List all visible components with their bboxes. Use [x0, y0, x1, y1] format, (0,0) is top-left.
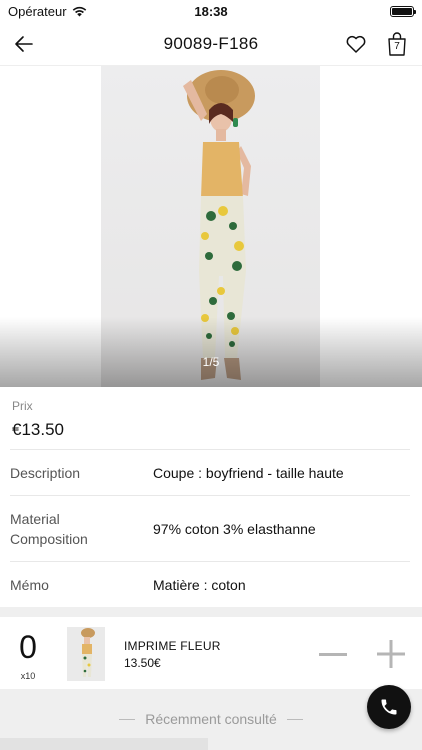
heart-icon[interactable] — [344, 32, 368, 56]
back-arrow-icon[interactable] — [12, 32, 36, 56]
page-title: 90089-F186 — [163, 33, 259, 53]
battery-icon — [390, 5, 416, 17]
quantity-value[interactable]: 0 — [8, 629, 48, 666]
quantity-multiplier: x10 — [20, 671, 36, 681]
section-divider — [0, 607, 422, 617]
status-bar: Opérateur — [0, 0, 422, 22]
recently-viewed-title: Récemment consulté — [145, 711, 277, 727]
gallery-counter: 1/5 — [202, 355, 220, 369]
detail-label: Description — [10, 464, 81, 481]
price-section: Prix €13.50 — [0, 387, 422, 449]
item-name: IMPRIME FLEUR — [124, 639, 221, 653]
recently-viewed-heading: Récemment consulté — [0, 711, 422, 727]
detail-value: Matière : coton — [153, 576, 246, 593]
image-gradient-overlay — [0, 317, 422, 387]
detail-label: Material Composition — [10, 510, 88, 547]
price-label: Prix — [12, 399, 33, 413]
recent-item-thumbnail[interactable] — [0, 738, 208, 750]
product-image-gallery[interactable]: 1/5 — [0, 66, 422, 387]
heading-dash-left — [119, 718, 136, 720]
plus-icon[interactable] — [376, 639, 406, 669]
recently-viewed-section: Récemment consulté — [0, 689, 422, 750]
call-button[interactable] — [367, 685, 411, 729]
phone-icon — [381, 699, 397, 715]
detail-value: 97% coton 3% elasthanne — [153, 520, 316, 537]
detail-row-memo: Mémo Matière : coton — [10, 561, 410, 607]
detail-value: Coupe : boyfriend - taille haute — [153, 464, 344, 481]
cart-item-row: 0 x10 IMPRIME FLEUR 13.50€ — [0, 617, 422, 689]
item-thumbnail[interactable] — [67, 627, 105, 681]
heading-dash-right — [286, 718, 303, 720]
navigation-bar: 90089-F186 7 — [0, 22, 422, 66]
thumbnail-illustration — [81, 628, 95, 677]
cart-button[interactable]: 7 — [386, 31, 408, 57]
wifi-icon — [72, 6, 86, 16]
status-left: Opérateur — [8, 4, 87, 19]
item-price: 13.50€ — [124, 656, 161, 670]
detail-label: Mémo — [10, 576, 49, 593]
minus-icon[interactable] — [318, 644, 348, 664]
detail-row-description: Description Coupe : boyfriend - taille h… — [10, 449, 410, 495]
price-value: €13.50 — [12, 420, 64, 439]
detail-row-material: Material Composition 97% coton 3% elasth… — [10, 495, 410, 561]
carrier-label: Opérateur — [8, 3, 67, 19]
cart-count-badge: 7 — [394, 41, 400, 52]
